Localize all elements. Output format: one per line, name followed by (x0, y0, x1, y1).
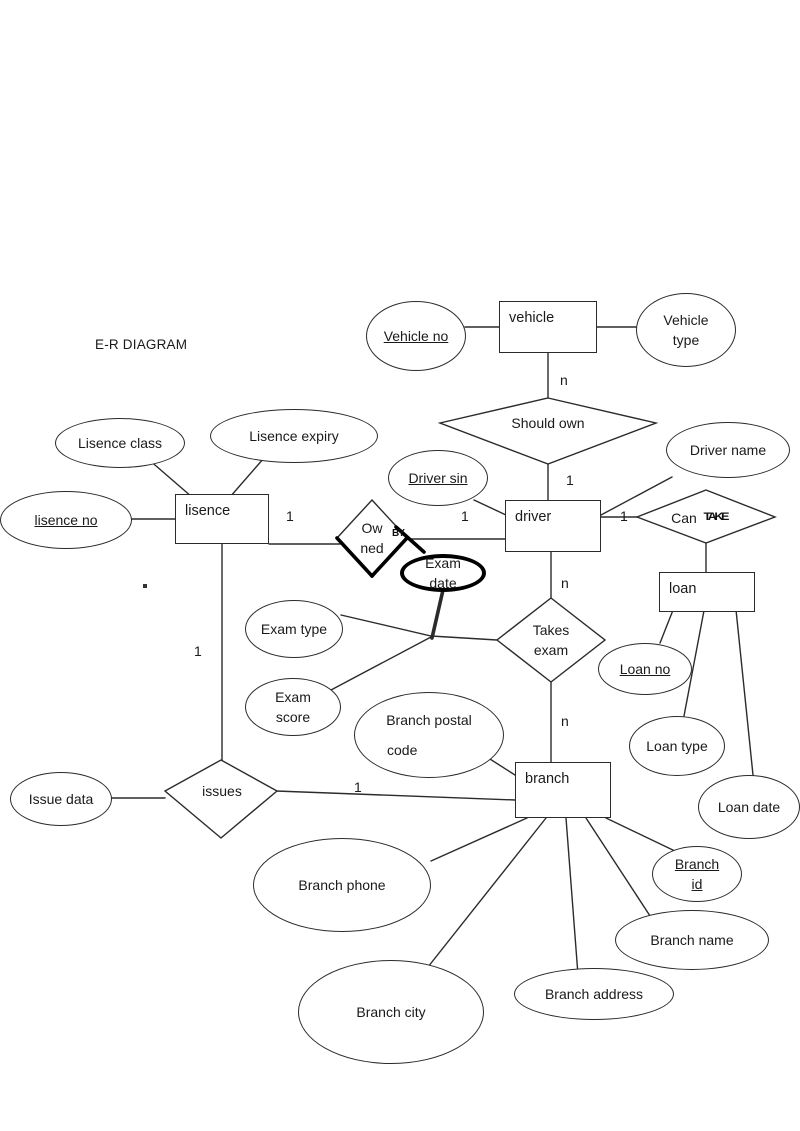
entity-lisence[interactable]: lisence (175, 494, 269, 544)
attribute-lisence-expiry-label: Lisence expiry (249, 427, 339, 444)
attribute-vehicle-no-label: Vehicle no (383, 327, 449, 344)
ink-speck (143, 584, 147, 588)
entity-lisence-label: lisence (185, 503, 231, 519)
attribute-driver-name[interactable]: Driver name (666, 422, 790, 478)
relationship-owned-by-label-line2: ned (360, 540, 384, 556)
line-branchcity-branch (423, 817, 547, 973)
line-issues-branch (275, 790, 516, 801)
attribute-exam-type-label: Exam type (260, 620, 328, 637)
attribute-driver-name-label: Driver name (689, 441, 767, 458)
attribute-branch-id-label-line2: id (691, 876, 703, 892)
relationship-should-own-label: Should own (511, 414, 585, 431)
attribute-issue-data[interactable]: Issue data (10, 772, 112, 826)
attribute-branch-address[interactable]: Branch address (514, 968, 674, 1020)
attribute-exam-type[interactable]: Exam type (245, 600, 343, 658)
attribute-branch-address-label: Branch address (544, 985, 644, 1002)
diagram-title: E-R DIAGRAM (95, 337, 188, 352)
line-branchphone-branch (430, 817, 528, 862)
relationship-can-take-take-text: TAKE (703, 511, 729, 523)
entity-driver-label: driver (515, 509, 552, 525)
relationship-can-take[interactable]: Can (660, 506, 708, 530)
line-takesexam-junction (430, 635, 498, 641)
line-branchname-branch (585, 817, 655, 923)
cardinality-lisence-owned-by: 1 (286, 508, 294, 524)
attribute-loan-no[interactable]: Loan no (598, 643, 692, 695)
attribute-branch-phone[interactable]: Branch phone (253, 838, 431, 932)
er-diagram-canvas: E-R DIAGRAM vehicle driver lisence loan … (0, 0, 800, 1131)
cardinality-driver-can-take: 1 (620, 508, 628, 524)
attribute-lisence-no-label: lisence no (34, 511, 98, 528)
entity-loan[interactable]: loan (659, 572, 755, 612)
cardinality-vehicle-should-own: n (560, 372, 568, 388)
entity-vehicle[interactable]: vehicle (499, 301, 597, 353)
attribute-branch-postal-code-label-line2: code (387, 742, 418, 758)
line-lisenceexpiry-lisence (229, 457, 265, 498)
attribute-loan-type[interactable]: Loan type (629, 716, 725, 776)
attribute-loan-type-label: Loan type (646, 737, 708, 754)
cardinality-lisence-issues: 1 (194, 643, 202, 659)
cardinality-issues-branch: 1 (354, 779, 362, 795)
attribute-loan-no-label: Loan no (619, 660, 671, 677)
entity-branch[interactable]: branch (515, 762, 611, 818)
attribute-lisence-class[interactable]: Lisence class (55, 418, 185, 468)
entity-vehicle-label: vehicle (509, 310, 555, 326)
line-examtype-junction (340, 614, 432, 637)
line-lisenceclass-lisence (147, 458, 193, 498)
line-branchid-branch (605, 817, 678, 853)
attribute-vehicle-type-label-line1: Vehicle (663, 311, 709, 328)
attribute-issue-data-label: Issue data (28, 790, 94, 807)
relationship-takes-exam-label-line2: exam (533, 642, 569, 658)
attribute-exam-score-label-line1: Exam (275, 688, 311, 705)
attribute-exam-score-label-line2: score (275, 709, 311, 725)
attribute-exam-score[interactable]: Exam score (245, 678, 341, 736)
relationship-takes-exam[interactable]: Takes exam (518, 616, 584, 664)
attribute-branch-postal-code[interactable]: Branch postal code (354, 692, 504, 778)
attribute-branch-phone-label: Branch phone (298, 876, 386, 893)
relationship-owned-by-by-text: BY (392, 528, 405, 539)
attribute-lisence-no[interactable]: lisence no (0, 491, 132, 549)
relationship-can-take-label: Can (671, 509, 697, 526)
cardinality-takes-exam-branch: n (561, 713, 569, 729)
line-branchaddress-branch (565, 817, 579, 976)
line-examdate-junction (430, 588, 445, 640)
entity-driver[interactable]: driver (505, 500, 601, 552)
attribute-loan-date[interactable]: Loan date (698, 775, 800, 839)
attribute-branch-name[interactable]: Branch name (615, 910, 769, 970)
attribute-vehicle-type-label-line2: type (672, 332, 700, 348)
attribute-driver-sin-label: Driver sin (408, 469, 468, 486)
attribute-loan-date-label: Loan date (717, 798, 781, 815)
attribute-exam-date-label: Exam date (425, 554, 461, 591)
relationship-issues[interactable]: issues (192, 778, 252, 804)
cardinality-should-own-driver: 1 (566, 472, 574, 488)
attribute-branch-id[interactable]: Branch id (652, 846, 742, 902)
attribute-lisence-class-label: Lisence class (77, 434, 163, 451)
entity-loan-label: loan (669, 581, 697, 597)
line-examscore-junction (330, 636, 432, 691)
attribute-lisence-expiry[interactable]: Lisence expiry (210, 409, 378, 463)
relationship-issues-label: issues (202, 782, 242, 799)
attribute-branch-city-label: Branch city (356, 1003, 426, 1020)
attribute-vehicle-no[interactable]: Vehicle no (366, 301, 466, 371)
relationship-should-own[interactable]: Should own (478, 408, 618, 438)
entity-branch-label: branch (525, 771, 570, 787)
cardinality-driver-takes-exam: n (561, 575, 569, 591)
attribute-branch-postal-code-label-line1: Branch postal (386, 711, 472, 728)
attribute-branch-id-label-line1: Branch (674, 855, 720, 872)
attribute-vehicle-type[interactable]: Vehicle type (636, 293, 736, 367)
relationship-owned-by-label-line1: Ow (361, 519, 383, 536)
cardinality-owned-by-driver: 1 (461, 508, 469, 524)
line-loan-loandate (734, 599, 754, 776)
attribute-exam-date[interactable]: Exam date (400, 554, 486, 592)
line-driversin-driver (473, 499, 507, 516)
attribute-branch-name-label: Branch name (650, 931, 734, 948)
attribute-branch-city[interactable]: Branch city (298, 960, 484, 1064)
attribute-driver-sin[interactable]: Driver sin (388, 450, 488, 506)
relationship-takes-exam-label-line1: Takes (532, 621, 570, 638)
